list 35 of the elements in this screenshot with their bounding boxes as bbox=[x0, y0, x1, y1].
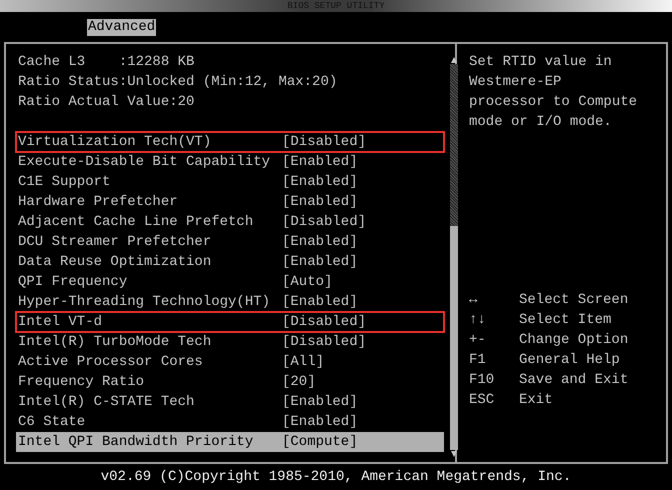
setting-row[interactable]: Intel VT-d [Disabled] bbox=[16, 312, 444, 332]
setting-row[interactable]: Virtualization Tech(VT) [Disabled] bbox=[16, 132, 444, 152]
info-line: Ratio Status:Unlocked (Min:12, Max:20) bbox=[18, 73, 338, 92]
key-action: Select Screen bbox=[519, 291, 630, 310]
copyright-text: v02.69 (C)Copyright 1985-2010, American Megatrends, Inc. bbox=[100, 469, 572, 485]
key-label: ↔ bbox=[469, 291, 478, 310]
setting-row[interactable]: Hardware Prefetcher [Enabled] bbox=[16, 192, 444, 212]
menu-tab[interactable]: Advanced bbox=[87, 18, 156, 36]
key-label: ↑↓ bbox=[469, 311, 487, 330]
setting-row[interactable]: Adjacent Cache Line Prefetch [Disabled] bbox=[16, 212, 444, 232]
setting-row[interactable]: Active Processor Cores [All] bbox=[16, 352, 444, 372]
setting-row[interactable]: QPI Frequency [Auto] bbox=[16, 272, 444, 292]
key-action: Exit bbox=[519, 391, 554, 410]
key-label: F10 bbox=[469, 371, 496, 390]
key-action: Change Option bbox=[519, 331, 630, 350]
setting-row[interactable]: C6 State [Enabled] bbox=[16, 412, 444, 432]
setting-row[interactable]: C1E Support [Enabled] bbox=[16, 172, 444, 192]
key-label: ESC bbox=[469, 391, 496, 410]
key-action: General Help bbox=[519, 351, 621, 370]
key-label: F1 bbox=[469, 351, 487, 370]
info-line: Cache L3 :12288 KB bbox=[18, 53, 196, 72]
key-action: Select Item bbox=[519, 311, 612, 330]
setting-row[interactable]: Data Reuse Optimization [Enabled] bbox=[16, 252, 444, 272]
key-label: +- bbox=[469, 331, 487, 350]
setting-row[interactable]: Frequency Ratio [20] bbox=[16, 372, 444, 392]
info-line: Ratio Actual Value:20 bbox=[18, 93, 196, 112]
key-action: Save and Exit bbox=[519, 371, 630, 390]
setting-row[interactable]: DCU Streamer Prefetcher [Enabled] bbox=[16, 232, 444, 252]
setting-row[interactable]: Intel QPI Bandwidth Priority [Compute] bbox=[16, 432, 444, 452]
setting-row[interactable]: Execute-Disable Bit Capability [Enabled] bbox=[16, 152, 444, 172]
setting-row[interactable]: Intel(R) TurboMode Tech [Disabled] bbox=[16, 332, 444, 352]
help-text: Set RTID value in Westmere-EP processor to Compute mode or I/O mode. bbox=[469, 53, 638, 132]
setting-row[interactable]: Intel(R) C-STATE Tech [Enabled] bbox=[16, 392, 444, 412]
setting-row[interactable]: Hyper-Threading Technology(HT) [Enabled] bbox=[16, 292, 444, 312]
scrollbar-thumb[interactable] bbox=[450, 226, 458, 450]
